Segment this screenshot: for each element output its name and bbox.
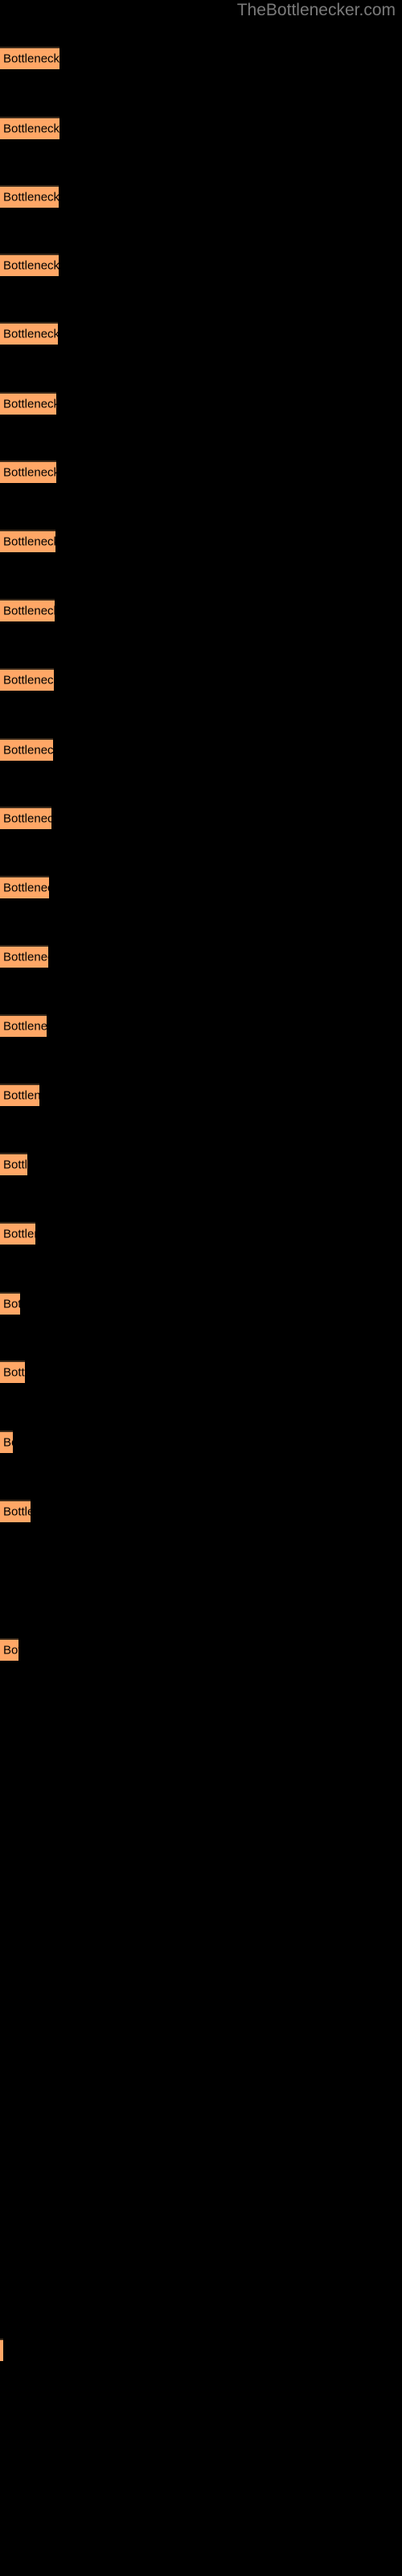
bar: Bottleneck result [0, 668, 54, 691]
bar-label: Bottleneck result [3, 397, 56, 411]
bar-row: Bottleneck result [0, 807, 51, 829]
bar: Bottleneck result [0, 599, 55, 621]
bar: Bottleneck result [0, 322, 58, 345]
bar-label-clip: Bottleneck result [0, 877, 49, 898]
bar-row: Bottleneck result [0, 460, 56, 483]
bar: Bottleneck result [0, 117, 59, 139]
bar: Bottleneck result [0, 392, 56, 415]
bar-label-clip: Bottleneck result [0, 1085, 39, 1106]
bar-label-clip: Bottleneck result [0, 1640, 18, 1661]
bar-label-clip: Bottleneck result [0, 2340, 3, 2361]
bar-label: Bottleneck result [3, 1365, 25, 1380]
bar-label-clip: Bottleneck result [0, 462, 56, 483]
bar: Bottleneck result [0, 807, 51, 829]
bar-row: Bottleneck result [0, 668, 54, 691]
bar-row: Bottleneck result [0, 322, 58, 345]
bar-label-clip: Bottleneck result [0, 1154, 27, 1175]
bar: Bottleneck result [0, 47, 59, 69]
bar: Bottleneck result [0, 1222, 35, 1245]
bar-label: Bottleneck result [3, 1643, 18, 1657]
bar-label: Bottleneck result [3, 743, 53, 758]
bar-label-clip: Bottleneck result [0, 601, 55, 621]
bar: Bottleneck result [0, 1153, 27, 1175]
bar-label-clip: Bottleneck result [0, 255, 59, 276]
bar-label: Bottleneck result [3, 1158, 27, 1172]
bar-label: Bottleneck result [3, 1297, 20, 1311]
bar-label: Bottleneck result [3, 1019, 47, 1034]
bar-label-clip: Bottleneck result [0, 187, 59, 208]
bar-row: Bottleneck result [0, 1084, 39, 1106]
bar-row: Bottleneck result [0, 2339, 3, 2361]
bar-label: Bottleneck result [3, 1505, 31, 1519]
bar-row: Bottleneck result [0, 117, 59, 139]
bar-label-clip: Bottleneck result [0, 1294, 20, 1315]
bar-label: Bottleneck result [3, 122, 59, 136]
bar: Bottleneck result [0, 1430, 13, 1453]
bar-label: Bottleneck result [3, 190, 59, 204]
bar-label-clip: Bottleneck result [0, 1362, 25, 1383]
bar-label: Bottleneck result [3, 1227, 35, 1241]
bar-label: Bottleneck result [3, 52, 59, 66]
bar-label-clip: Bottleneck result [0, 947, 48, 968]
bar-label-clip: Bottleneck result [0, 808, 51, 829]
bar: Bottleneck result [0, 1014, 47, 1037]
bar-row: Bottleneck result [0, 392, 56, 415]
bar-row: Bottleneck result [0, 254, 59, 276]
bar-label-clip: Bottleneck result [0, 1016, 47, 1037]
bar-label: Bottleneck result [3, 881, 49, 895]
bar-label-clip: Bottleneck result [0, 48, 59, 69]
bar: Bottleneck result [0, 738, 53, 761]
bar: Bottleneck result [0, 1292, 20, 1315]
bar-row: Bottleneck result [0, 1360, 25, 1383]
bar-row: Bottleneck result [0, 530, 55, 552]
bar-label-clip: Bottleneck result [0, 324, 58, 345]
bar-row: Bottleneck result [0, 1500, 31, 1522]
bar-label-clip: Bottleneck result [0, 670, 54, 691]
bar-row: Bottleneck result [0, 185, 59, 208]
bar: Bottleneck result [0, 2339, 3, 2361]
bar-label: Bottleneck result [3, 950, 48, 964]
bar-label: Bottleneck result [3, 258, 59, 273]
bar-label-clip: Bottleneck result [0, 1224, 35, 1245]
bar-label: Bottleneck result [3, 673, 54, 687]
bar-label: Bottleneck result [3, 811, 51, 826]
bar-label: Bottleneck result [3, 465, 56, 480]
bar: Bottleneck result [0, 254, 59, 276]
bar: Bottleneck result [0, 1500, 31, 1522]
bar-label: Bottleneck result [3, 604, 55, 618]
bar-row: Bottleneck result [0, 1638, 18, 1661]
bar-label: Bottleneck result [3, 535, 55, 549]
bar-row: Bottleneck result [0, 1153, 27, 1175]
bar-label-clip: Bottleneck result [0, 531, 55, 552]
bar-row: Bottleneck result [0, 738, 53, 761]
bar-label-clip: Bottleneck result [0, 1501, 31, 1522]
bar-label-clip: Bottleneck result [0, 394, 56, 415]
bar-label-clip: Bottleneck result [0, 1432, 13, 1453]
bar-label-clip: Bottleneck result [0, 740, 53, 761]
bar-row: Bottleneck result [0, 1014, 47, 1037]
bottleneck-bar-chart: Bottleneck result Bottleneck result Bottle… [0, 0, 402, 2576]
bar-row: Bottleneck result [0, 1222, 35, 1245]
bar: Bottleneck result [0, 1360, 25, 1383]
bar-label-clip: Bottleneck result [0, 118, 59, 139]
bar: Bottleneck result [0, 945, 48, 968]
bar-row: Bottleneck result [0, 876, 49, 898]
bar: Bottleneck result [0, 185, 59, 208]
bar-row: Bottleneck result [0, 47, 59, 69]
bar: Bottleneck result [0, 1638, 18, 1661]
bar: Bottleneck result [0, 460, 56, 483]
bar-row: Bottleneck result [0, 945, 48, 968]
bar-row: Bottleneck result [0, 599, 55, 621]
bar-row: Bottleneck result [0, 1292, 20, 1315]
bar: Bottleneck result [0, 1084, 39, 1106]
bar-label: Bottleneck result [3, 1088, 39, 1103]
bar-row: Bottleneck result [0, 1430, 13, 1453]
bar-label: Bottleneck result [3, 1435, 13, 1450]
bar: Bottleneck result [0, 530, 55, 552]
bar-label: Bottleneck result [3, 327, 58, 341]
bar: Bottleneck result [0, 876, 49, 898]
